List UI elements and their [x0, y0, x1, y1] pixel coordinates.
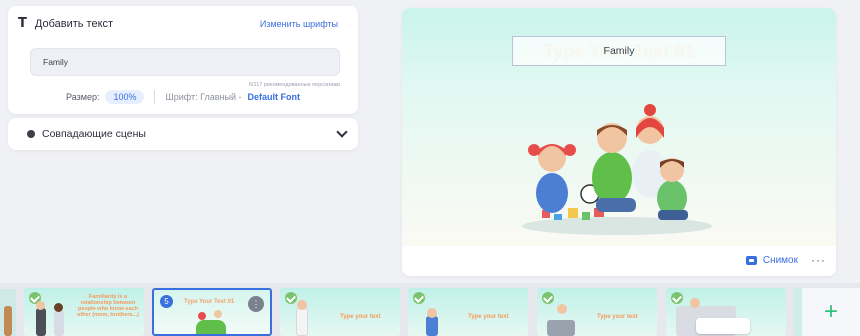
size-label: Размер: [66, 92, 100, 102]
snapshot-button[interactable]: Снимок [745, 255, 798, 266]
character-head [557, 304, 567, 314]
character-figure [36, 308, 46, 336]
character-figure [296, 308, 308, 336]
matching-scenes-accordion[interactable]: Совпадающие сцены [8, 118, 358, 150]
scene-caption: Type your text [468, 314, 509, 320]
check-icon [671, 292, 683, 304]
character-head [297, 300, 307, 310]
character-head [427, 308, 437, 318]
add-text-panel: T Добавить текст Изменить шрифты Family … [8, 6, 358, 114]
title-text-box[interactable]: Family [512, 36, 726, 66]
family-illustration [522, 104, 712, 235]
character-figure [4, 306, 12, 336]
scene-number-badge: 5 [160, 295, 173, 308]
character-figure [54, 310, 64, 336]
scene-timeline: Familiarity is a relationship between pe… [0, 283, 860, 336]
preview-canvas[interactable]: Type Your Text 01 Family [402, 8, 836, 246]
more-options-icon[interactable]: ··· [811, 253, 826, 267]
character-figure [426, 316, 438, 336]
scene-menu-icon[interactable]: ⋮ [248, 296, 264, 312]
scene-thumbnail[interactable]: Familiarity is a relationship between pe… [24, 288, 144, 336]
scene-thumbnail-selected[interactable]: 5 Type Your Text 01 ⋮ [152, 288, 272, 336]
scene-caption: Type Your Text 01 [184, 299, 235, 305]
character-counter: 6/117 рекомендованные персонажи [248, 82, 340, 88]
snapshot-label: Снимок [762, 255, 798, 266]
scene-caption: Familiarity is a relationship between pe… [76, 294, 140, 319]
character-head [690, 298, 700, 308]
text-controls: Размер: 100% Шрифт: Главный - Default Fo… [8, 90, 358, 104]
image-icon [745, 256, 757, 265]
scene-thumbnail[interactable] [666, 288, 786, 336]
add-text-title: Добавить текст [34, 17, 114, 30]
preview-footer: Снимок ··· [402, 246, 836, 276]
character-head [36, 301, 45, 310]
character-head [214, 310, 222, 318]
scene-thumbnail[interactable]: Type your text [408, 288, 528, 336]
text-input[interactable]: Family [30, 48, 340, 76]
character-head [54, 303, 63, 312]
plus-icon: + [823, 298, 838, 325]
matching-scenes-label: Совпадающие сцены [42, 128, 146, 140]
add-text-header: T Добавить текст [18, 16, 113, 31]
font-selector[interactable]: Default Font [247, 92, 300, 102]
text-icon: T [18, 16, 27, 31]
check-icon [542, 292, 554, 304]
font-label: Шрифт: Главный - [165, 92, 242, 102]
change-fonts-link[interactable]: Изменить шрифты [260, 19, 338, 29]
scene-preview: Type Your Text 01 Family [402, 8, 836, 276]
hover-toolbar[interactable] [696, 318, 750, 334]
scene-thumbnail-partial[interactable] [0, 289, 16, 336]
family-figure [196, 320, 226, 334]
size-selector[interactable]: 100% [105, 90, 145, 104]
divider [154, 90, 156, 104]
scenes-dot-icon [27, 130, 35, 138]
scene-caption: Type your text [597, 314, 638, 320]
chevron-down-icon[interactable] [336, 126, 348, 138]
add-scene-button[interactable]: + [802, 288, 860, 336]
scene-thumbnail[interactable]: Type your text [537, 288, 657, 336]
scene-caption: Type your text [340, 314, 381, 320]
machine-figure [547, 320, 575, 336]
character-head [198, 312, 206, 320]
scene-thumbnail[interactable]: Type your text [280, 288, 400, 336]
check-icon [413, 292, 425, 304]
check-icon [285, 292, 297, 304]
